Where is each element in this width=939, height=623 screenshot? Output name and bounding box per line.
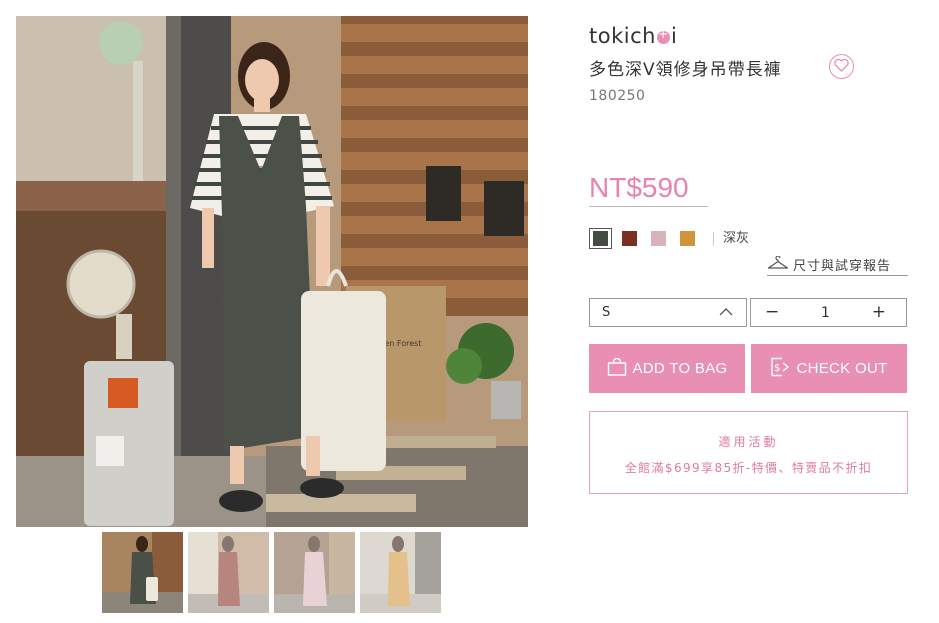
thumbnail-pink[interactable] bbox=[274, 532, 355, 613]
main-product-photo: Golden Forest bbox=[16, 16, 528, 527]
swatch-pink[interactable] bbox=[647, 228, 670, 249]
svg-text:$: $ bbox=[774, 363, 781, 374]
swatch-brick-red[interactable] bbox=[618, 228, 641, 249]
swatch-brick-red-fill bbox=[622, 231, 637, 246]
size-report-label: 尺寸與試穿報告 bbox=[793, 259, 892, 274]
add-to-bag-button[interactable]: ADD TO BAG bbox=[589, 344, 745, 393]
size-selected-value: S bbox=[602, 305, 611, 320]
checkout-label: CHECK OUT bbox=[796, 360, 888, 377]
promotion-box: 適用活動 全館滿$699享85折-特價、特賣品不折扣 bbox=[589, 411, 908, 494]
product-code: 180250 bbox=[589, 88, 646, 104]
size-select[interactable]: S bbox=[589, 298, 747, 327]
brand-name-part1: tokich bbox=[589, 24, 656, 48]
brand-name-part2: i bbox=[670, 24, 678, 48]
quantity-increase-button[interactable]: + bbox=[872, 304, 886, 321]
swatch-pink-fill bbox=[651, 231, 666, 246]
promotion-text[interactable]: 全館滿$699享85折-特價、特賣品不折扣 bbox=[590, 459, 907, 476]
quantity-value[interactable]: 1 bbox=[821, 305, 830, 321]
thumbnail-brick-red[interactable] bbox=[188, 532, 269, 613]
add-to-bag-label: ADD TO BAG bbox=[632, 360, 728, 377]
brand-logo[interactable]: tokichi bbox=[589, 24, 677, 48]
product-price: NT$590 bbox=[589, 172, 708, 207]
swatch-dark-gray-fill bbox=[593, 231, 608, 246]
quantity-stepper: − 1 + bbox=[750, 298, 907, 327]
thumbnail-dark-gray[interactable] bbox=[102, 532, 183, 613]
chevron-up-icon bbox=[719, 305, 733, 320]
thumbnail-mustard[interactable] bbox=[360, 532, 441, 613]
swatch-mustard-fill bbox=[680, 231, 695, 246]
quantity-decrease-button[interactable]: − bbox=[765, 304, 779, 321]
selected-color-label: 深灰 bbox=[713, 231, 749, 246]
swatch-mustard[interactable] bbox=[676, 228, 699, 249]
checkout-dollar-icon: $ bbox=[770, 357, 796, 381]
thumbnail-strip bbox=[102, 532, 441, 613]
shopping-bag-icon bbox=[607, 357, 633, 380]
checkout-button[interactable]: $ CHECK OUT bbox=[751, 344, 907, 393]
size-report-link[interactable]: 尺寸與試穿報告 bbox=[767, 254, 908, 276]
heart-icon bbox=[834, 57, 849, 76]
brand-dot-icon bbox=[656, 27, 670, 44]
promotion-heading: 適用活動 bbox=[718, 435, 779, 449]
color-swatches: 深灰 bbox=[589, 228, 749, 249]
favorite-button[interactable] bbox=[829, 54, 854, 79]
hanger-icon bbox=[767, 254, 793, 274]
swatch-dark-gray[interactable] bbox=[589, 228, 612, 249]
product-title: 多色深V領修身吊帶長褲 bbox=[589, 60, 782, 80]
